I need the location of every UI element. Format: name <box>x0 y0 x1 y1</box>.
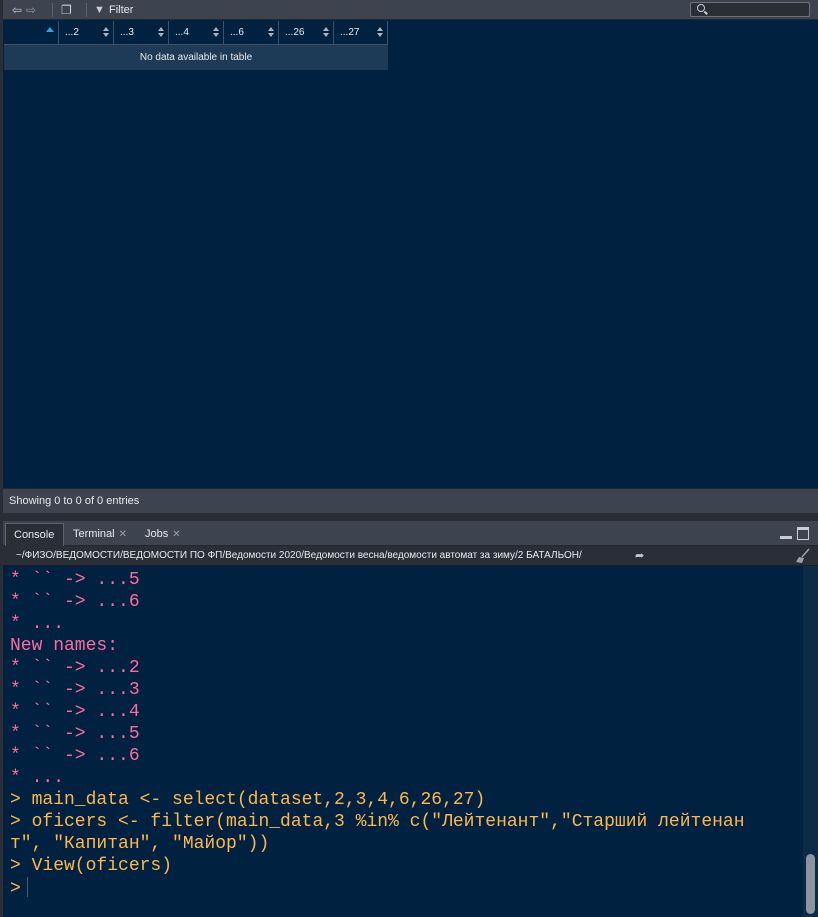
console-message-line: * `` -> ...6 <box>10 746 140 766</box>
console-output[interactable]: * `` -> ...5 * `` -> ...6 * ... New names: *… <box>3 566 803 917</box>
column-header-label: ...3 <box>120 27 134 38</box>
column-header[interactable]: ...2 <box>59 21 114 45</box>
console-message-line: * ... <box>10 768 65 788</box>
console-message-line: * `` -> ...2 <box>10 658 140 678</box>
data-viewer-pane: ⇦ ⇨ ❐ ▼ Filter ...2 ...3 ...4 ...6 ...26… <box>3 0 818 513</box>
funnel-icon[interactable]: ▼ <box>94 3 105 17</box>
viewer-status: Showing 0 to 0 of 0 entries <box>3 488 818 513</box>
toolbar-divider <box>86 3 87 17</box>
console-scrollbar[interactable] <box>803 566 818 917</box>
sort-icon <box>103 27 109 37</box>
sort-icon <box>377 27 383 37</box>
column-header-label: ...2 <box>65 27 79 38</box>
text-cursor <box>26 877 28 897</box>
sort-ascending-icon <box>46 27 54 32</box>
column-header-label: ...6 <box>230 27 244 38</box>
tab-label: Console <box>14 529 55 541</box>
filter-button-label[interactable]: Filter <box>109 3 133 17</box>
console-command-line: > oficers <- filter(main_data,3 %in% c("… <box>10 812 745 832</box>
search-icon <box>697 4 705 12</box>
close-icon[interactable]: ✕ <box>119 529 127 540</box>
column-header-rownum[interactable] <box>4 21 59 45</box>
close-icon[interactable]: ✕ <box>172 529 180 540</box>
sort-icon <box>323 27 329 37</box>
arrow-right-icon[interactable]: ⇨ <box>26 3 36 17</box>
column-header[interactable]: ...3 <box>114 21 169 45</box>
console-message-line: * `` -> ...4 <box>10 702 140 722</box>
console-message-line: * `` -> ...5 <box>10 570 140 590</box>
column-header-label: ...27 <box>340 27 360 38</box>
column-header-label: ...4 <box>175 27 189 38</box>
console-prompt: > <box>10 879 21 899</box>
arrow-left-icon[interactable]: ⇦ <box>12 3 22 17</box>
console-message-line: New names: <box>10 636 119 656</box>
console-pane: Console Terminal ✕ Jobs ✕ ~/ФИЗО/ВЕДОМОСТИ… <box>3 521 818 917</box>
scrollbar-thumb[interactable] <box>806 854 815 914</box>
sort-icon <box>213 27 219 37</box>
broom-icon[interactable] <box>795 548 811 564</box>
viewer-toolbar: ⇦ ⇨ ❐ ▼ Filter <box>3 0 818 20</box>
maximize-icon[interactable] <box>797 527 809 540</box>
console-command-line: > main_data <- select(dataset,2,3,4,6,26… <box>10 790 486 810</box>
working-directory-bar: ~/ФИЗО/ВЕДОМОСТИ/ВЕДОМОСТИ ПО ФП/Ведомос… <box>3 546 818 566</box>
console-input-line[interactable]: > <box>10 877 28 900</box>
toolbar-divider <box>52 3 53 17</box>
column-header[interactable]: ...4 <box>169 21 224 45</box>
table-header-row: ...2 ...3 ...4 ...6 ...26 ...27 <box>4 21 388 45</box>
working-directory-path: ~/ФИЗО/ВЕДОМОСТИ/ВЕДОМОСТИ ПО ФП/Ведомос… <box>16 550 582 561</box>
data-table: ...2 ...3 ...4 ...6 ...26 ...27 No data … <box>4 21 388 70</box>
tab-label: Terminal <box>73 528 115 540</box>
tab-console[interactable]: Console <box>5 523 64 546</box>
tab-terminal[interactable]: Terminal ✕ <box>65 523 135 546</box>
column-header[interactable]: ...26 <box>279 21 334 45</box>
goto-directory-icon[interactable]: ➦ <box>635 546 644 566</box>
console-command-line: > View(oficers) <box>10 856 173 876</box>
popout-icon[interactable]: ❐ <box>61 3 72 17</box>
tab-jobs[interactable]: Jobs ✕ <box>137 523 189 546</box>
empty-table-message: No data available in table <box>4 45 388 70</box>
minimize-icon[interactable] <box>780 536 792 539</box>
sort-icon <box>158 27 164 37</box>
console-message-line: * ... <box>10 614 65 634</box>
column-header-label: ...26 <box>285 27 305 38</box>
search-input[interactable] <box>690 2 810 17</box>
tab-label: Jobs <box>145 528 169 540</box>
column-header[interactable]: ...27 <box>334 21 388 45</box>
console-message-line: * `` -> ...3 <box>10 680 140 700</box>
sort-icon <box>268 27 274 37</box>
console-message-line: * `` -> ...5 <box>10 724 140 744</box>
console-command-line: т", "Капитан", "Майор")) <box>10 834 270 854</box>
column-header[interactable]: ...6 <box>224 21 279 45</box>
console-tabbar: Console Terminal ✕ Jobs ✕ <box>3 521 818 546</box>
console-message-line: * `` -> ...6 <box>10 592 140 612</box>
